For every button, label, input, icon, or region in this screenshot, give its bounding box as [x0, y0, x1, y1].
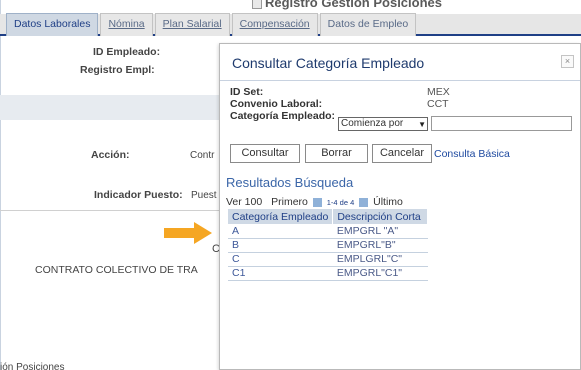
ver-link[interactable]: Ver 100 — [226, 196, 262, 208]
header-categoria[interactable]: Categoría Empleado — [228, 209, 334, 224]
cell-descripcion[interactable]: EMPLGRL"C" — [332, 252, 428, 267]
range-label: 1-4 de 4 — [326, 198, 355, 207]
results-title: Resultados Búsqueda — [226, 175, 354, 190]
cell-descripcion[interactable]: EMPGRL"C1" — [332, 266, 428, 281]
table-row[interactable]: C EMPLGRL"C" — [228, 252, 428, 267]
consulta-basica-link[interactable]: Consulta Básica — [434, 148, 510, 160]
cell-descripcion[interactable]: EMPGRL"B" — [332, 238, 428, 253]
results-header-row: Categoría Empleado Descripción Corta — [228, 209, 429, 224]
chevron-down-icon: ▼ — [418, 120, 426, 129]
modal-header: Consultar Categoría Empleado × — [220, 44, 580, 81]
id-empleado-label: ID Empleado: — [93, 46, 161, 58]
bottom-section-label: ión Posiciones — [0, 362, 65, 370]
divider — [0, 210, 220, 211]
results-table: Categoría Empleado Descripción Corta A E… — [228, 209, 429, 281]
cell-categoria[interactable]: C — [228, 252, 333, 267]
primero-link[interactable]: Primero — [271, 196, 308, 208]
lookup-modal: Consultar Categoría Empleado × ID Set: M… — [219, 43, 581, 370]
checkbox-icon — [252, 0, 262, 9]
page-title: Registro Gestión Posiciones — [252, 0, 442, 10]
cell-categoria[interactable]: C1 — [228, 266, 333, 281]
arrow-right-icon — [164, 222, 212, 244]
cell-descripcion[interactable]: EMPGRL "A" — [332, 224, 428, 239]
table-row[interactable]: A EMPGRL "A" — [228, 224, 428, 239]
operator-select[interactable]: Comienza por ▼ — [338, 117, 428, 131]
id-set-value: MEX — [427, 86, 450, 98]
header-descripcion[interactable]: Descripción Corta — [332, 209, 429, 224]
ultimo-link[interactable]: Último — [373, 196, 403, 208]
cancelar-button[interactable]: Cancelar — [372, 144, 432, 163]
modal-title: Consultar Categoría Empleado — [232, 55, 425, 71]
accion-value: Contr — [190, 150, 215, 161]
table-row[interactable]: C1 EMPGRL"C1" — [228, 266, 428, 281]
tab-compensacion[interactable]: Compensación — [231, 13, 318, 36]
contrato-text: CONTRATO COLECTIVO DE TRA — [35, 264, 198, 276]
id-set-label: ID Set: — [230, 86, 264, 98]
cell-categoria[interactable]: A — [228, 224, 333, 239]
operator-selected-value: Comienza por — [341, 118, 404, 129]
results-nav: Ver 100 Primero 1-4 de 4 Último — [226, 196, 403, 208]
prev-arrow-icon[interactable] — [312, 197, 322, 207]
accion-label: Acción: — [91, 149, 130, 161]
section-band — [0, 95, 220, 120]
categoria-search-input[interactable] — [431, 116, 572, 131]
indicador-puesto-label: Indicador Puesto: — [94, 189, 183, 201]
tab-datos-laborales[interactable]: Datos Laborales — [6, 13, 99, 36]
convenio-value: CCT — [427, 98, 449, 110]
tab-nomina[interactable]: Nómina — [100, 13, 153, 36]
convenio-label: Convenio Laboral: — [230, 98, 323, 110]
tab-bar: Datos Laborales Nómina Plan Salarial Com… — [6, 13, 418, 36]
categoria-label: Categoría Empleado: — [230, 110, 336, 122]
cell-categoria[interactable]: B — [228, 238, 333, 253]
registro-empl-label: Registro Empl: — [80, 64, 155, 76]
next-arrow-icon[interactable] — [359, 197, 369, 207]
borrar-button[interactable]: Borrar — [305, 144, 368, 163]
table-row[interactable]: B EMPGRL"B" — [228, 238, 428, 253]
tab-plan-salarial[interactable]: Plan Salarial — [154, 13, 230, 36]
tab-datos-empleo[interactable]: Datos de Empleo — [319, 13, 417, 36]
close-icon[interactable]: × — [561, 55, 574, 68]
consultar-button[interactable]: Consultar — [230, 144, 300, 163]
indicador-puesto-value: Puest — [191, 190, 217, 201]
